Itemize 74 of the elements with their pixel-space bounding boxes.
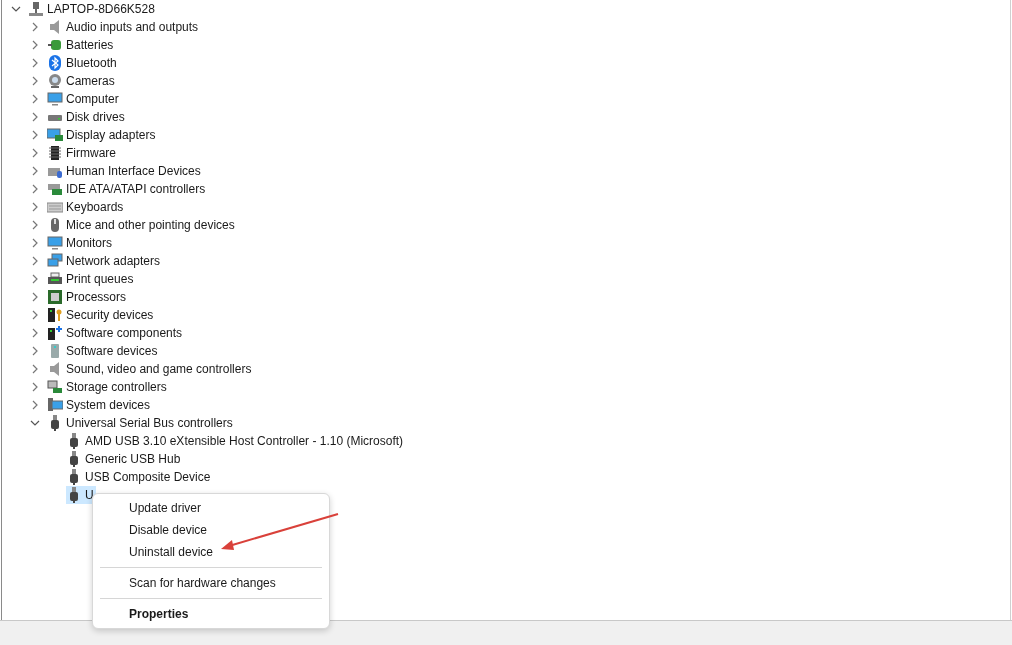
chevron-right-icon[interactable] bbox=[30, 256, 40, 266]
storage-controller-icon bbox=[47, 379, 63, 395]
chevron-right-icon[interactable] bbox=[30, 148, 40, 158]
monitor-icon bbox=[47, 91, 63, 107]
chevron-right-icon[interactable] bbox=[30, 40, 40, 50]
chevron-right-icon[interactable] bbox=[30, 166, 40, 176]
webcam-icon bbox=[47, 73, 63, 89]
network-computer-icon bbox=[28, 1, 44, 17]
chevron-right-icon[interactable] bbox=[30, 364, 40, 374]
tree-item[interactable]: Generic USB Hub bbox=[66, 450, 183, 468]
tower-plus-icon bbox=[47, 325, 63, 341]
chevron-right-icon[interactable] bbox=[30, 274, 40, 284]
tower-key-icon bbox=[47, 307, 63, 323]
keyboard-icon bbox=[47, 199, 63, 215]
chevron-right-icon[interactable] bbox=[30, 220, 40, 230]
chevron-right-icon[interactable] bbox=[30, 58, 40, 68]
menu-item[interactable]: Disable device bbox=[99, 519, 323, 541]
display-adapter-icon bbox=[47, 127, 63, 143]
battery-icon bbox=[47, 37, 63, 53]
chevron-right-icon[interactable] bbox=[30, 184, 40, 194]
tree-item[interactable]: Software devices bbox=[47, 342, 160, 360]
tree-item[interactable]: System devices bbox=[47, 396, 153, 414]
tree-item[interactable]: Print queues bbox=[47, 270, 136, 288]
tree-item[interactable]: AMD USB 3.10 eXtensible Host Controller - 1.10 (Microsoft) bbox=[66, 432, 406, 450]
tree-item[interactable]: Monitors bbox=[47, 234, 114, 252]
processor-icon bbox=[47, 289, 63, 305]
controller-card-icon bbox=[47, 181, 63, 197]
chevron-right-icon[interactable] bbox=[30, 328, 40, 338]
tree-item[interactable]: Mice and other pointing devices bbox=[47, 216, 237, 234]
menu-item[interactable]: Properties bbox=[99, 603, 323, 625]
tree-item[interactable]: Universal Serial Bus controllers bbox=[47, 414, 235, 432]
chevron-down-icon[interactable] bbox=[30, 418, 40, 428]
chevron-down-icon[interactable] bbox=[11, 4, 21, 14]
menu-item[interactable]: Uninstall device bbox=[99, 541, 323, 563]
tree-item[interactable]: Batteries bbox=[47, 36, 116, 54]
chevron-right-icon[interactable] bbox=[30, 94, 40, 104]
menu-item[interactable]: Scan for hardware changes bbox=[99, 572, 323, 594]
tree-item[interactable]: Network adapters bbox=[47, 252, 163, 270]
system-icon bbox=[47, 397, 63, 413]
chevron-right-icon[interactable] bbox=[30, 346, 40, 356]
menu-item[interactable]: Update driver bbox=[99, 497, 323, 519]
chip-icon bbox=[47, 145, 63, 161]
tree-item[interactable]: Human Interface Devices bbox=[47, 162, 203, 180]
chevron-right-icon[interactable] bbox=[30, 202, 40, 212]
chevron-right-icon[interactable] bbox=[30, 310, 40, 320]
tree-item[interactable]: Software components bbox=[47, 324, 185, 342]
monitor-icon bbox=[47, 235, 63, 251]
chevron-right-icon[interactable] bbox=[30, 238, 40, 248]
tree-item[interactable]: Storage controllers bbox=[47, 378, 169, 396]
network-icon bbox=[47, 253, 63, 269]
chevron-right-icon[interactable] bbox=[30, 400, 40, 410]
chevron-right-icon[interactable] bbox=[30, 22, 40, 32]
tree-item[interactable]: USB Composite Device bbox=[66, 468, 213, 486]
tree-item[interactable]: Cameras bbox=[47, 72, 117, 90]
tree-item[interactable]: Disk drives bbox=[47, 108, 127, 126]
tree-item[interactable]: Display adapters bbox=[47, 126, 158, 144]
chevron-right-icon[interactable] bbox=[30, 76, 40, 86]
chevron-right-icon[interactable] bbox=[30, 130, 40, 140]
tree-item[interactable]: Firmware bbox=[47, 144, 118, 162]
tree-item[interactable]: Audio inputs and outputs bbox=[47, 18, 201, 36]
tree-item[interactable]: Keyboards bbox=[47, 198, 126, 216]
tree-item[interactable]: Processors bbox=[47, 288, 129, 306]
tree-item[interactable]: LAPTOP-8D66K528 bbox=[28, 0, 157, 18]
tree-item[interactable]: Sound, video and game controllers bbox=[47, 360, 254, 378]
tree-item[interactable]: Computer bbox=[47, 90, 121, 108]
chevron-right-icon[interactable] bbox=[30, 112, 40, 122]
printer-icon bbox=[47, 271, 63, 287]
tree-item[interactable]: Security devices bbox=[47, 306, 156, 324]
chevron-right-icon[interactable] bbox=[30, 292, 40, 302]
chevron-right-icon[interactable] bbox=[30, 382, 40, 392]
tree-item[interactable]: U bbox=[66, 486, 96, 504]
bluetooth-icon bbox=[47, 55, 63, 71]
tree-item[interactable]: IDE ATA/ATAPI controllers bbox=[47, 180, 208, 198]
tree-item[interactable]: Bluetooth bbox=[47, 54, 119, 72]
